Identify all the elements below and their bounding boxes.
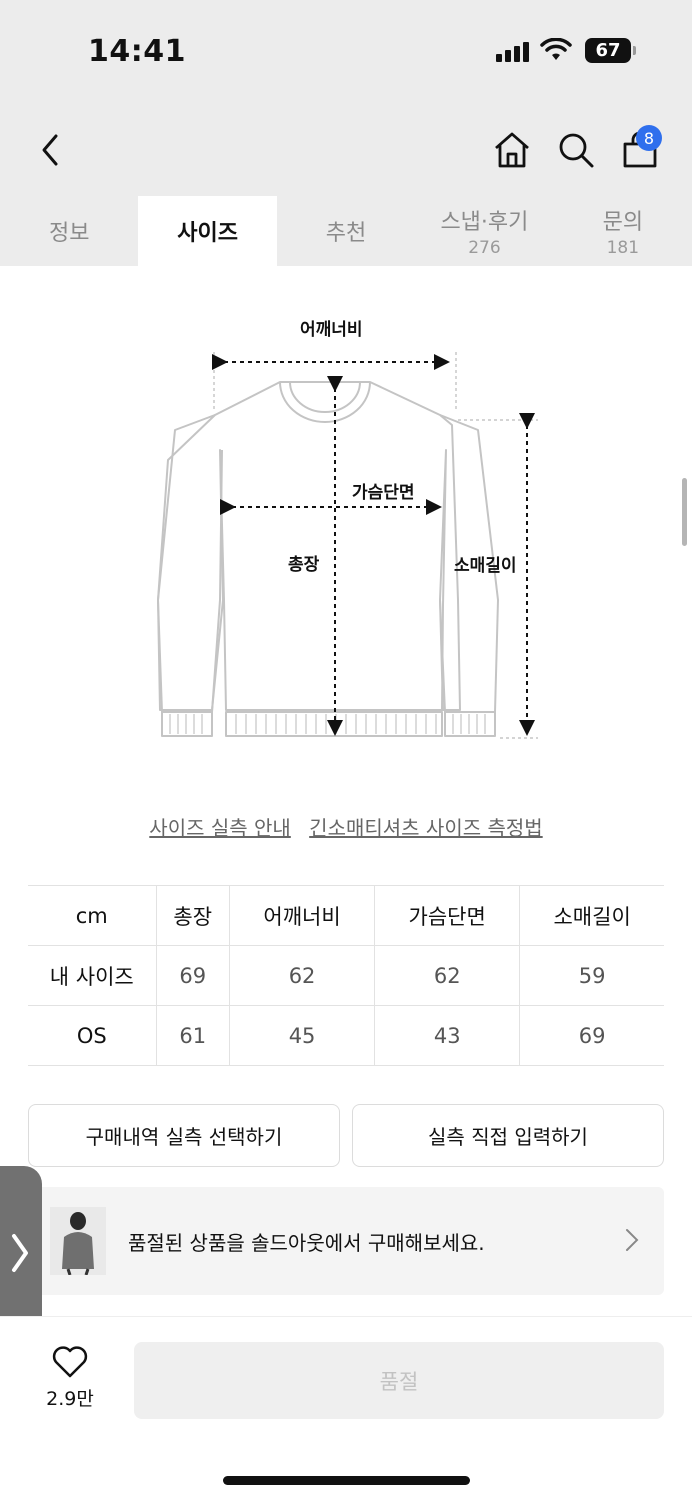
table-cell: cm [28, 885, 157, 946]
tab-label: 추천 [325, 221, 367, 246]
chevron-right-icon [12, 1234, 28, 1272]
table-cell: 총장 [155, 885, 230, 946]
table-cell: OS [28, 1005, 157, 1066]
chevron-right-icon [626, 1229, 639, 1251]
like-button[interactable]: 2.9만 [40, 1346, 100, 1416]
table-cell: 내 사이즈 [28, 945, 157, 1006]
table-row: OS 61 45 43 69 [28, 1005, 664, 1066]
tab-label: 정보 [48, 221, 90, 246]
status-time: 14:41 [88, 34, 186, 69]
sweatshirt-illustration [157, 352, 538, 739]
table-cell: 45 [228, 1005, 375, 1066]
length-label: 총장 [288, 555, 320, 575]
table-cell: 43 [374, 1005, 520, 1066]
tab-label: 문의 [602, 210, 644, 235]
home-icon[interactable] [492, 130, 532, 170]
tab-label: 사이즈 [177, 221, 238, 246]
chest-label: 가슴단면 [352, 483, 415, 503]
wifi-icon [540, 38, 572, 60]
table-header-row: cm 총장 어깨너비 가슴단면 소매길이 [28, 885, 664, 946]
heart-icon [52, 1346, 88, 1378]
home-indicator [223, 1476, 470, 1485]
status-bar: 14:41 67 [0, 0, 692, 100]
table-cell: 69 [155, 945, 230, 1006]
back-arrow-icon[interactable] [34, 130, 68, 170]
size-diagram: 어깨너비 가슴단면 총장 소매길이 [140, 300, 560, 760]
product-tabs: 정보 사이즈 추천 스냅·후기 276 문의 181 [0, 196, 692, 266]
tab-inquiry[interactable]: 문의 181 [554, 196, 692, 266]
signal-icon [496, 42, 529, 62]
product-thumbnail [50, 1207, 106, 1275]
tab-recommend[interactable]: 추천 [277, 196, 415, 266]
search-icon[interactable] [556, 130, 596, 170]
tab-info[interactable]: 정보 [0, 196, 138, 266]
top-nav-bar [0, 100, 692, 196]
soldout-banner[interactable]: 품절된 상품을 솔드아웃에서 구매해보세요. [28, 1187, 664, 1295]
table-cell: 62 [228, 945, 375, 1006]
tab-label: 스냅·후기 [440, 210, 529, 235]
measure-method-link[interactable]: 긴소매티셔츠 사이즈 측정법 [309, 816, 543, 840]
select-purchase-history-button[interactable]: 구매내역 실측 선택하기 [28, 1104, 340, 1167]
table-cell: 59 [519, 945, 664, 1006]
tab-size[interactable]: 사이즈 [138, 196, 277, 266]
table-row: 내 사이즈 69 62 62 59 [28, 945, 664, 1006]
sleeve-label: 소매길이 [454, 556, 517, 576]
shoulder-label: 어깨너비 [300, 320, 363, 340]
soldout-button[interactable]: 품절 [134, 1342, 664, 1419]
size-guide-link[interactable]: 사이즈 실측 안내 [149, 816, 291, 840]
table-cell: 가슴단면 [374, 885, 520, 946]
side-drawer-handle[interactable] [0, 1166, 42, 1336]
table-cell: 61 [155, 1005, 230, 1066]
battery-level: 67 [595, 40, 621, 61]
table-cell: 69 [519, 1005, 664, 1066]
measure-buttons: 구매내역 실측 선택하기 실측 직접 입력하기 [28, 1104, 664, 1167]
tab-count: 181 [606, 238, 640, 258]
size-guide-links: 사이즈 실측 안내 긴소매티셔츠 사이즈 측정법 [0, 812, 692, 841]
table-cell: 소매길이 [519, 885, 664, 946]
cart-count-badge: 8 [636, 125, 662, 151]
tab-snap-review[interactable]: 스냅·후기 276 [415, 196, 553, 266]
size-table: cm 총장 어깨너비 가슴단면 소매길이 내 사이즈 69 62 62 59 O… [28, 885, 664, 1066]
battery-icon: 67 [585, 38, 636, 63]
table-cell: 62 [374, 945, 520, 1006]
banner-text: 품절된 상품을 솔드아웃에서 구매해보세요. [128, 1231, 485, 1255]
direct-input-button[interactable]: 실측 직접 입력하기 [352, 1104, 664, 1167]
table-cell: 어깨너비 [228, 885, 375, 946]
tab-count: 276 [468, 238, 501, 258]
like-count: 2.9만 [46, 1388, 94, 1410]
scrollbar[interactable] [682, 478, 687, 546]
